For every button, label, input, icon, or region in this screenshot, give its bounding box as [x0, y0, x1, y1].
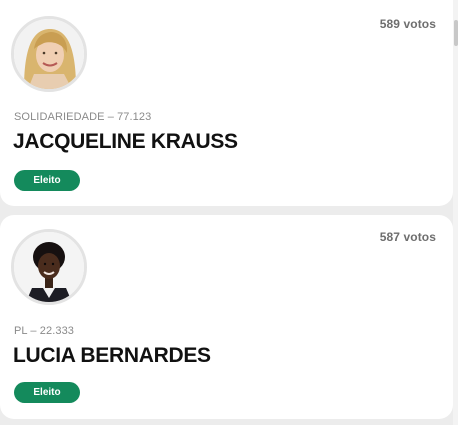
candidate-name: LUCIA BERNARDES — [13, 344, 211, 367]
candidate-photo — [11, 16, 87, 92]
scrollbar-thumb[interactable] — [454, 20, 458, 46]
candidate-card[interactable]: 587 votos PL – 22.333 LUCIA BERNARDES El… — [0, 215, 453, 419]
portrait-blonde-woman-icon — [14, 19, 84, 89]
candidate-name: JACQUELINE KRAUSS — [13, 130, 238, 153]
vote-count: 589 votos — [379, 17, 436, 31]
candidate-photo — [11, 229, 87, 305]
scrollbar[interactable] — [453, 0, 458, 425]
portrait-dark-haired-woman-icon — [14, 232, 84, 302]
party-number: SOLIDARIEDADE – 77.123 — [14, 111, 152, 123]
vote-count: 587 votos — [379, 230, 436, 244]
candidate-card[interactable]: 589 votos SOLIDARIEDADE – 77.123 JACQUEL… — [0, 0, 453, 206]
status-badge: Eleito — [14, 382, 80, 403]
status-badge: Eleito — [14, 170, 80, 191]
party-number: PL – 22.333 — [14, 325, 75, 337]
